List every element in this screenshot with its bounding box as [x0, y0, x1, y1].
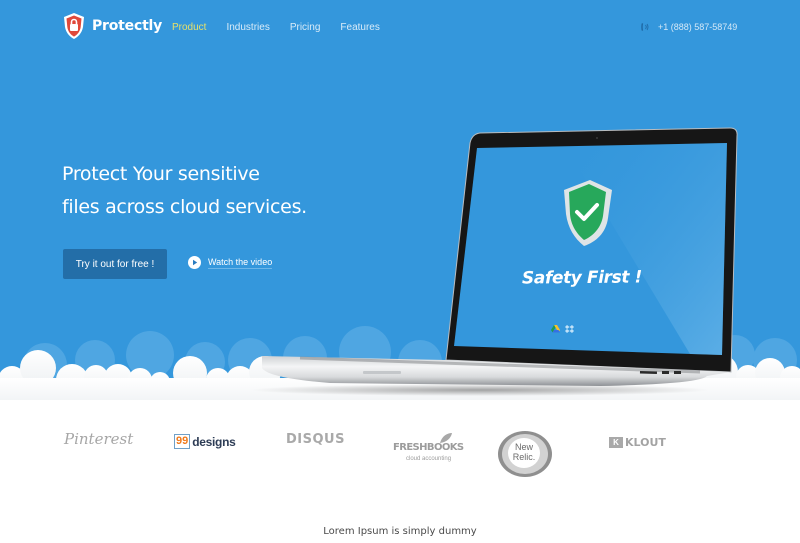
logo-pinterest: Pinterest — [64, 430, 134, 448]
logo-klout: K KLOUT — [609, 436, 666, 449]
logo-disqus: DISQUS — [286, 432, 345, 447]
klout-badge-icon: K — [609, 437, 623, 448]
section-teaser: Lorem Ipsum is simply dummy — [323, 526, 477, 537]
logo-99designs-mark: 99 — [174, 434, 191, 449]
hero-section: Protectly Product Industries Pricing Fea… — [0, 0, 800, 400]
logo-freshbooks-sub: cloud accounting — [406, 456, 452, 462]
hero-illustration — [0, 127, 800, 400]
logo-klout-word: KLOUT — [625, 436, 666, 449]
logo-newrelic-word: New Relic. — [512, 442, 536, 462]
logo-freshbooks: FRESHBOOKS cloud accounting — [393, 432, 464, 468]
logo-99designs-word: designs — [192, 434, 236, 449]
logo-newrelic: New Relic. — [497, 430, 554, 478]
logo-99designs: 99 designs — [174, 434, 236, 449]
logo-freshbooks-word: FRESHBOOKS — [393, 442, 464, 453]
